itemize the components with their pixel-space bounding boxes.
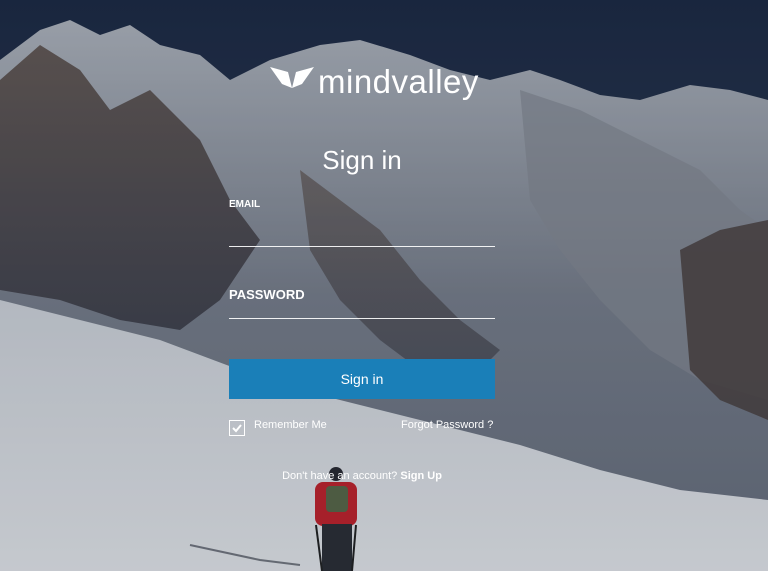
brand-logo: mindvalley (268, 62, 478, 104)
forgot-password-link[interactable]: Forgot Password ? (401, 419, 493, 431)
brand-wordmark: mindvalley (318, 63, 479, 100)
email-input[interactable] (229, 224, 495, 247)
sign-up-link[interactable]: Sign Up (400, 470, 442, 482)
sign-in-button[interactable]: Sign in (229, 359, 495, 399)
remember-me-label[interactable]: Remember Me (254, 419, 327, 431)
email-label: EMAIL (229, 199, 261, 210)
remember-me-checkbox[interactable] (229, 420, 245, 436)
checkmark-icon (232, 424, 242, 433)
butterfly-wings-icon (270, 67, 314, 88)
page-title: Sign in (322, 145, 402, 175)
signup-prompt-text: Don't have an account? (282, 470, 398, 482)
signup-prompt: Don't have an account? Sign Up (229, 470, 495, 482)
password-input[interactable] (229, 296, 495, 319)
